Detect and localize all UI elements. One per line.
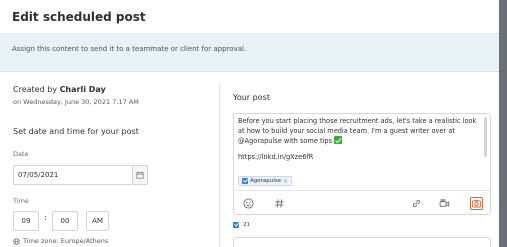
calendar-icon <box>136 171 144 179</box>
timezone-text: Time zone: Europe/Athens <box>23 237 109 245</box>
mention-tag-chip[interactable]: Agorapulse × <box>238 176 293 186</box>
hour-input[interactable]: 09 <box>13 211 39 231</box>
globe-icon <box>13 237 20 245</box>
media-button[interactable] <box>470 197 483 210</box>
network-checkbox-icon[interactable] <box>233 222 239 228</box>
smiley-icon <box>243 198 254 209</box>
video-camera-icon <box>439 199 450 207</box>
composer-toolbar-divider <box>234 190 490 191</box>
calendar-button[interactable] <box>133 165 148 185</box>
time-label: Time <box>13 197 29 205</box>
tag-label: Agorapulse <box>250 178 282 184</box>
modal-title: Edit scheduled post <box>12 10 146 24</box>
character-count-row: 21 <box>233 222 250 228</box>
time-separator: : <box>44 213 47 222</box>
tag-checkbox-icon <box>242 178 248 184</box>
remove-tag-icon[interactable]: × <box>283 178 288 185</box>
post-link[interactable]: https://lnkd.in/gXze6fR <box>238 153 313 161</box>
post-preview-box <box>233 237 491 247</box>
column-divider <box>219 82 220 247</box>
created-date: on Wednesday, June 30, 2021 7:17 AM <box>13 98 139 106</box>
post-composer[interactable]: Before you start placing those recruitme… <box>233 113 491 215</box>
hashtag-icon <box>275 199 284 208</box>
ampm-select[interactable]: AM <box>86 211 109 231</box>
check-mark-emoji-icon <box>334 136 343 145</box>
date-input[interactable]: 07/05/2021 <box>13 165 133 185</box>
minute-value: 00 <box>60 217 70 225</box>
your-post-title: Your post <box>233 93 270 102</box>
created-by-prefix: Created by <box>13 85 58 94</box>
character-count: 21 <box>243 222 250 228</box>
date-label: Date <box>13 150 29 158</box>
created-by-name: Charli Day <box>59 85 106 94</box>
emoji-button[interactable] <box>242 197 255 210</box>
timezone-line: Time zone: Europe/Athens <box>13 237 108 245</box>
approval-info-text: Assign this content to send it to a team… <box>12 45 247 53</box>
video-button[interactable] <box>438 197 451 210</box>
schedule-section-title: Set date and time for your post <box>13 127 139 136</box>
modal-body: Created by Charli Day on Wednesday, June… <box>0 76 499 247</box>
approval-info-bar: Assign this content to send it to a team… <box>0 34 499 72</box>
link-icon <box>412 199 421 208</box>
date-value: 07/05/2021 <box>18 171 59 179</box>
hashtag-button[interactable] <box>273 197 286 210</box>
link-button[interactable] <box>410 197 423 210</box>
composer-scrollbar[interactable] <box>484 117 487 157</box>
edit-post-modal: Edit scheduled post Assign this content … <box>0 0 499 247</box>
modal-header: Edit scheduled post <box>0 0 499 34</box>
minute-input[interactable]: 00 <box>52 211 78 231</box>
ampm-value: AM <box>92 217 103 225</box>
camera-icon <box>471 199 482 208</box>
hour-value: 09 <box>21 217 31 225</box>
post-text-area[interactable]: Before you start placing those recruitme… <box>238 117 481 147</box>
post-text: Before you start placing those recruitme… <box>238 117 477 146</box>
created-by-line: Created by Charli Day <box>13 85 106 94</box>
